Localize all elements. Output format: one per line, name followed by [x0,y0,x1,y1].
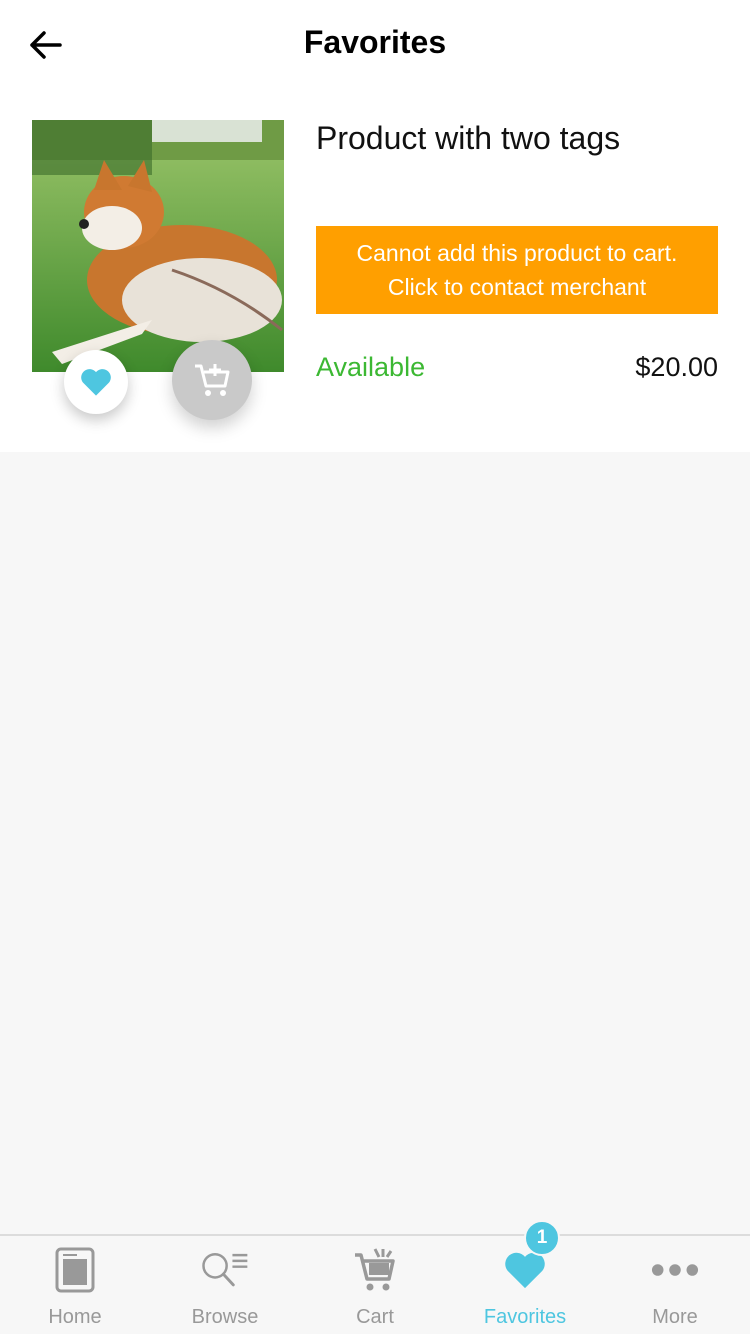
tab-browse[interactable]: Browse [150,1236,300,1334]
tab-label-more: More [652,1306,698,1328]
dog-photo [32,120,284,372]
home-icon [51,1246,99,1294]
cart-icon [351,1246,399,1294]
tab-label-cart: Cart [356,1306,394,1328]
more-icon [651,1246,699,1294]
tab-label-home: Home [48,1306,102,1328]
notice-line-2: Click to contact merchant [387,274,647,300]
tab-more[interactable]: More [600,1236,750,1334]
add-to-cart-button[interactable] [172,340,252,420]
product-price: $20.00 [635,352,718,382]
tab-home[interactable]: Home [0,1236,150,1334]
tab-label-browse: Browse [191,1306,259,1328]
tab-label-favorites: Favorites [483,1306,567,1328]
favorites-count-badge: 1 [524,1220,560,1256]
cart-plus-icon [195,364,230,396]
availability-status: Available [316,352,426,382]
tab-bar: Home Browse Cart 1 Favorites More [0,1220,750,1334]
header: Favorites [0,0,750,88]
heart-icon [81,369,111,396]
browse-icon [201,1246,249,1294]
favorite-toggle-button[interactable] [64,350,128,414]
product-name[interactable]: Product with two tags [316,120,620,157]
contact-merchant-notice[interactable]: Cannot add this product to cart. Click t… [316,226,718,314]
notice-line-1: Cannot add this product to cart. [356,240,678,266]
page-title: Favorites [303,24,447,60]
product-image[interactable] [32,120,284,372]
tab-favorites[interactable]: 1 Favorites [450,1220,600,1334]
favorite-product-card: Product with two tags Cannot add this pr… [0,88,750,452]
tab-cart[interactable]: Cart [300,1236,450,1334]
